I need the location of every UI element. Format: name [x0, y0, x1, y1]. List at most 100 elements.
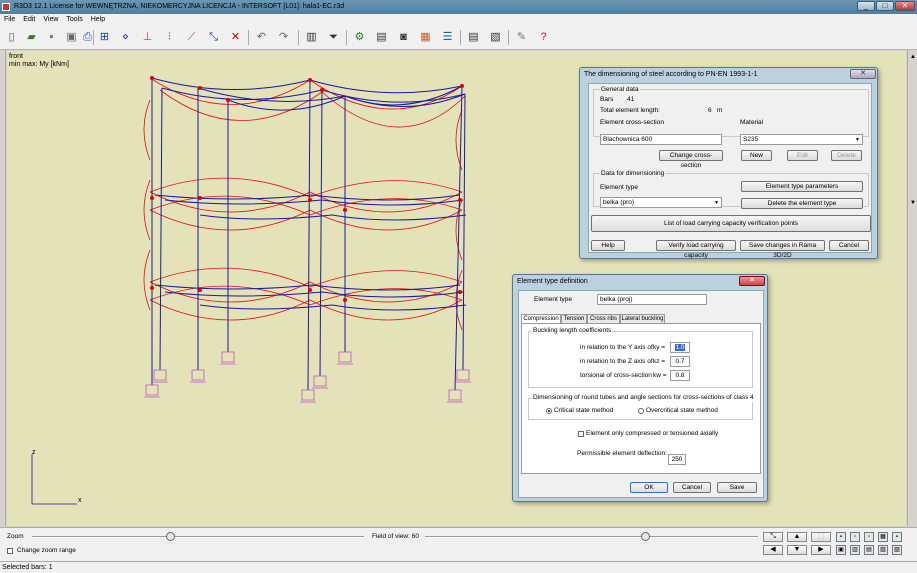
dialog2-ok-button[interactable]: OK	[630, 482, 668, 493]
frame-node[interactable]	[198, 196, 202, 200]
only-compressed-checkbox[interactable]	[578, 431, 584, 437]
undo-icon[interactable]: ↶	[254, 30, 269, 45]
calculate-icon[interactable]: ⚙	[352, 30, 367, 45]
list-icon[interactable]: ☰	[440, 30, 455, 45]
view-iso-icon[interactable]: ▪	[892, 532, 902, 542]
scroll-down-icon[interactable]: ▼	[910, 200, 916, 206]
zoom-slider-track[interactable]	[32, 536, 364, 538]
save-changes-button[interactable]: Save changes in Rama 3D/2D	[740, 240, 825, 259]
menu-help[interactable]: Help	[87, 14, 109, 26]
list-verification-points-button[interactable]: List of load carrying capacity verificat…	[591, 215, 871, 232]
nav-left-button[interactable]: ◀	[763, 545, 783, 555]
bars-icon[interactable]: ⟋	[184, 30, 199, 45]
wireframe-icon[interactable]: ▥	[850, 545, 860, 555]
menu-view[interactable]: View	[39, 14, 62, 26]
change-cross-section-button[interactable]: Change cross-section	[659, 150, 723, 169]
nav-fit-button[interactable]: ⤡	[763, 532, 783, 542]
results-icon[interactable]: ▤	[374, 30, 389, 45]
select-icon[interactable]: ⤡	[206, 30, 221, 45]
nav-up-button[interactable]: ▲	[787, 532, 807, 542]
material-edit-button[interactable]: Edit	[787, 150, 818, 161]
nav-down-button[interactable]: ▼	[787, 545, 807, 555]
right-splitter[interactable]: ▲ ▼	[907, 50, 917, 526]
dlg2-element-type-field[interactable]: belka (proj)	[597, 294, 707, 305]
nodes-icon[interactable]: ⋄	[118, 30, 133, 45]
table-icon[interactable]: ▥	[304, 30, 319, 45]
frame-node[interactable]	[458, 290, 462, 294]
frame-node[interactable]	[226, 98, 230, 102]
tab-tension[interactable]: Tension	[561, 314, 587, 323]
tab-compression[interactable]: Compression	[521, 314, 561, 323]
delete-element-type-button[interactable]: Delete the element type	[741, 198, 863, 209]
redo-icon[interactable]: ↷	[276, 30, 291, 45]
dialog2-cancel-button[interactable]: Cancel	[673, 482, 711, 493]
material-select[interactable]: S235 ▼	[740, 134, 863, 145]
zoom-slider-thumb[interactable]	[166, 532, 175, 541]
fov-slider-thumb[interactable]	[641, 532, 650, 541]
material-new-button[interactable]: New	[741, 150, 772, 161]
dialog2-save-button[interactable]: Save	[717, 482, 757, 493]
frame-node[interactable]	[320, 88, 324, 92]
export-icon[interactable]: ▧	[488, 30, 503, 45]
scroll-up-icon[interactable]: ▲	[910, 54, 916, 60]
maximize-button[interactable]: □	[876, 1, 894, 11]
minimize-button[interactable]: _	[857, 1, 875, 11]
change-zoom-checkbox[interactable]	[7, 548, 13, 554]
view-front-icon[interactable]: ▫	[850, 532, 860, 542]
cross-section-field[interactable]: Blachownica 600	[600, 134, 722, 145]
save-icon[interactable]: ▪	[44, 30, 59, 45]
kw-input[interactable]: 0.8	[670, 370, 690, 381]
tab-cross-ribs[interactable]: Cross ribs	[587, 314, 620, 323]
left-splitter[interactable]	[0, 50, 6, 526]
tab-lateral-buckling[interactable]: Lateral buckling	[620, 314, 665, 323]
structure-icon[interactable]: ⊞	[97, 30, 112, 45]
close-window-button[interactable]: ✕	[895, 1, 915, 11]
frame-node[interactable]	[458, 198, 462, 202]
view-side-icon[interactable]: ▫	[864, 532, 874, 542]
fov-slider-track[interactable]	[425, 536, 758, 538]
frame-node[interactable]	[150, 286, 154, 290]
critical-state-radio[interactable]	[546, 408, 552, 414]
nav-frame-button[interactable]: ⬚	[811, 532, 831, 542]
deflection-input[interactable]: 250	[668, 454, 686, 465]
perspective-icon[interactable]: ▨	[878, 545, 888, 555]
view-3d-icon[interactable]: ▪	[836, 532, 846, 542]
dialog1-close-button[interactable]: ✕	[850, 69, 876, 79]
settings-icon[interactable]: ✎	[514, 30, 529, 45]
shading-icon[interactable]: ▤	[864, 545, 874, 555]
menu-file[interactable]: File	[0, 14, 19, 26]
view-top-icon[interactable]: ▦	[878, 532, 888, 542]
frame-node[interactable]	[460, 84, 464, 88]
supports-icon[interactable]: ⊥	[140, 30, 155, 45]
material-delete-button[interactable]: Delete	[831, 150, 862, 161]
grid-icon[interactable]: ▦	[418, 30, 433, 45]
element-type-select[interactable]: belka (pro) ▼	[600, 197, 722, 208]
kz-input[interactable]: 0.7	[670, 356, 690, 367]
verify-capacity-button[interactable]: Verify load carrying capacity	[656, 240, 736, 259]
frame-node[interactable]	[308, 198, 312, 202]
filter-icon[interactable]: ⏷	[326, 30, 341, 45]
ky-input[interactable]: 1.0	[670, 342, 690, 353]
frame-node[interactable]	[150, 196, 154, 200]
frame-node[interactable]	[343, 208, 347, 212]
dialog2-close-button[interactable]: ✕	[739, 276, 765, 286]
frame-node[interactable]	[198, 288, 202, 292]
element-type-parameters-button[interactable]: Element type parameters	[741, 181, 863, 192]
frame-node[interactable]	[308, 288, 312, 292]
loads-icon[interactable]: ⫶	[162, 30, 177, 45]
frame-node[interactable]	[343, 298, 347, 302]
frame-node[interactable]	[198, 86, 202, 90]
axes-icon[interactable]: ▧	[892, 545, 902, 555]
camera-icon[interactable]: ◙	[396, 30, 411, 45]
frame-node[interactable]	[308, 78, 312, 82]
save-as-icon[interactable]: ▣	[64, 30, 79, 45]
help-icon[interactable]: ?	[536, 30, 551, 45]
render-icon[interactable]: ▣	[836, 545, 846, 555]
nav-right-button[interactable]: ▶	[811, 545, 831, 555]
menu-edit[interactable]: Edit	[19, 14, 39, 26]
new-file-icon[interactable]: ▯	[4, 30, 19, 45]
frame-node[interactable]	[150, 76, 154, 80]
dialog1-cancel-button[interactable]: Cancel	[829, 240, 869, 251]
menu-tools[interactable]: Tools	[62, 14, 86, 26]
help-button[interactable]: Help	[591, 240, 625, 251]
